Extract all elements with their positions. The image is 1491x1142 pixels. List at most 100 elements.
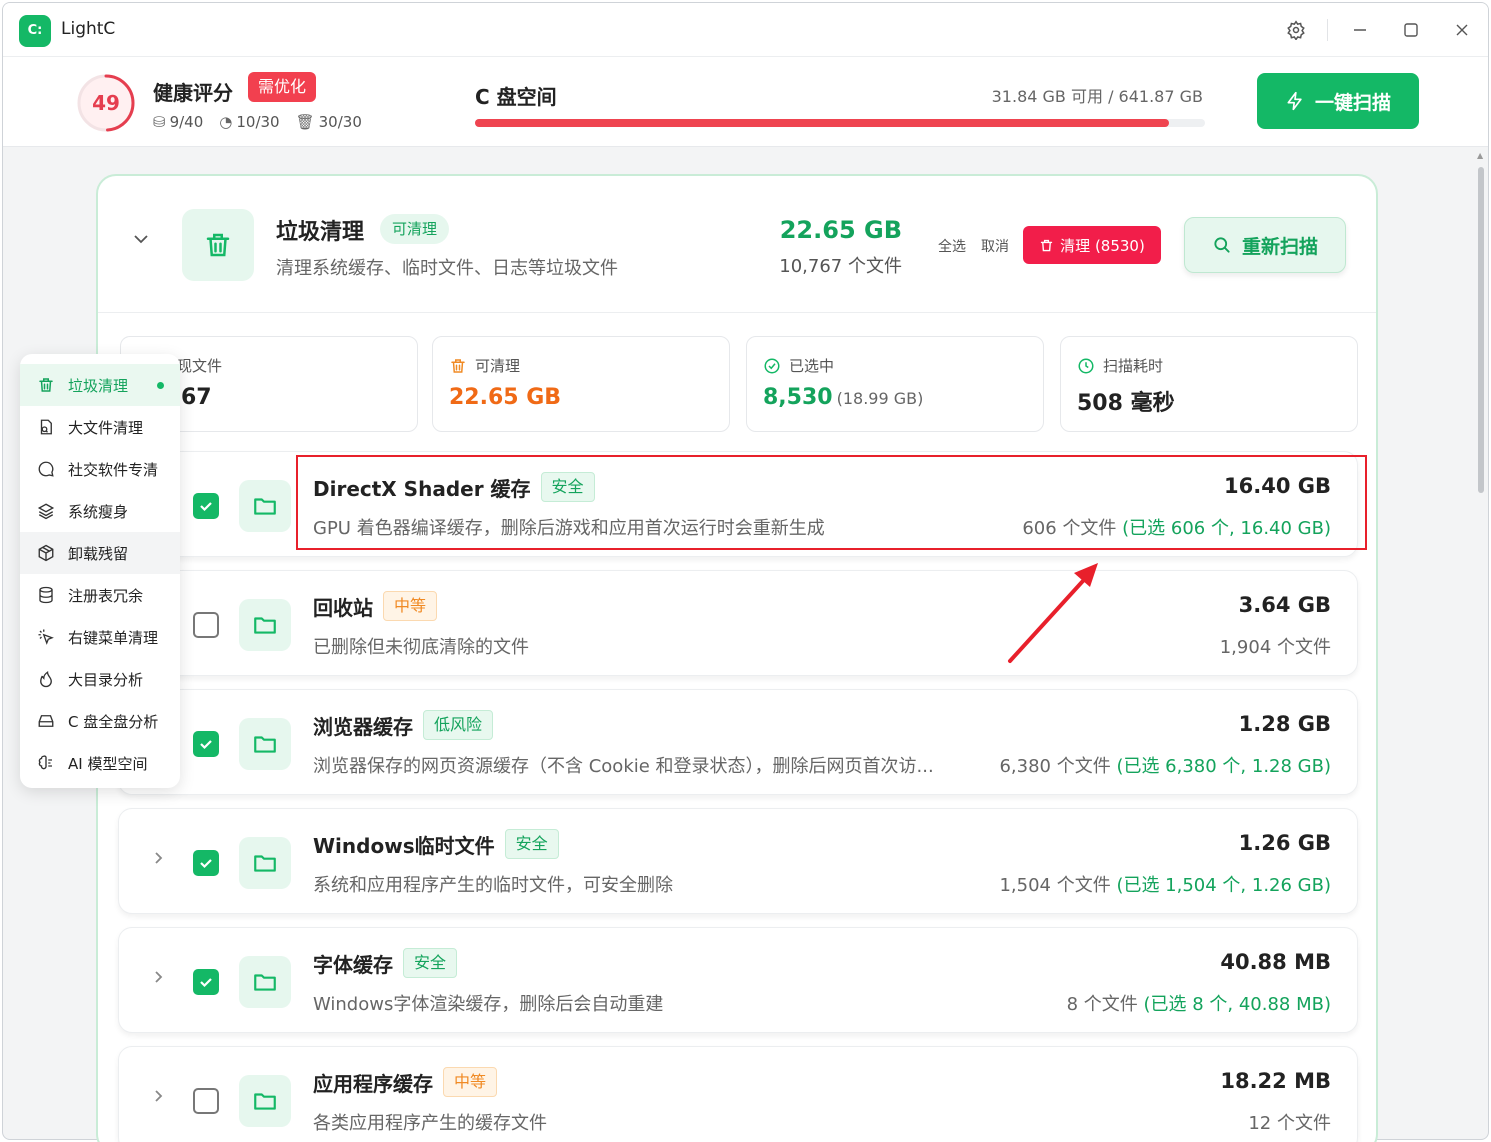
item-checkbox[interactable]	[193, 1088, 219, 1114]
junk-item-row[interactable]: Windows临时文件 安全 系统和应用程序产生的临时文件，可安全删除 1.26 GB…	[118, 808, 1358, 914]
item-checkbox[interactable]	[193, 493, 219, 519]
selected-size: (18.99 GB)	[836, 389, 924, 408]
menu-item-c-drive-analysis[interactable]: C 盘全盘分析	[20, 700, 180, 742]
close-button[interactable]	[1445, 15, 1479, 45]
item-selected-text: (已选 8 个, 40.88 MB)	[1137, 994, 1331, 1015]
menu-item-ai-model-space[interactable]: AI 模型空间	[20, 742, 180, 784]
item-title: 浏览器缓存 低风险	[313, 710, 494, 740]
trash-icon	[36, 375, 56, 395]
stat-value: 8,530 (18.99 GB)	[763, 385, 923, 410]
collapse-chevron-icon[interactable]	[132, 230, 150, 252]
annotation-highlight-box	[296, 455, 1367, 550]
item-description: Windows字体渲染缓存，删除后会自动重建	[313, 994, 664, 1015]
item-title: 应用程序缓存 中等	[313, 1067, 498, 1097]
item-selected-text: (已选 6,380 个, 1.28 GB)	[1110, 756, 1331, 777]
expand-chevron-icon[interactable]	[151, 1089, 165, 1107]
expand-chevron-icon[interactable]	[151, 851, 165, 869]
stat-card-selected: 已选中 8,530 (18.99 GB)	[746, 336, 1044, 432]
item-title-text: 回收站	[313, 595, 373, 620]
stat-label-text: 已选中	[789, 357, 835, 375]
item-checkbox[interactable]	[193, 969, 219, 995]
item-size: 3.64 GB	[1238, 593, 1331, 617]
menu-item-social-clean[interactable]: 社交软件专清	[20, 448, 180, 490]
item-checkbox[interactable]	[193, 850, 219, 876]
item-file-count: 8 个文件 (已选 8 个, 40.88 MB)	[1067, 990, 1331, 1016]
risk-badge: 中等	[383, 591, 438, 621]
lightning-icon	[1287, 91, 1302, 111]
health-status-badge: 需优化	[248, 72, 317, 102]
trash-icon	[451, 358, 465, 373]
item-description: 各类应用程序产生的缓存文件	[313, 1113, 547, 1134]
junk-item-row[interactable]: 浏览器缓存 低风险浏览器保存的网页资源缓存（不含 Cookie 和登录状态），删除…	[118, 689, 1358, 795]
app-logo: C:	[19, 15, 51, 47]
menu-item-big-files[interactable]: 大文件清理	[20, 406, 180, 448]
junk-item-row[interactable]: 应用程序缓存 中等 各类应用程序产生的缓存文件 18.22 MB 12 个文件	[118, 1046, 1358, 1142]
health-score-value: 49	[92, 91, 120, 115]
stat-label-text: 扫描耗时	[1103, 357, 1164, 375]
category-header: 垃圾清理 可清理 清理系统缓存、临时文件、日志等垃圾文件 22.65 GB 10…	[98, 176, 1376, 313]
stat-label: 现文件	[177, 357, 223, 375]
close-icon	[1456, 24, 1468, 36]
menu-item-context-menu[interactable]: 右键菜单清理	[20, 616, 180, 658]
junk-item-row[interactable]: 字体缓存 安全 Windows字体渲染缓存，删除后会自动重建 40.88 MB 8 个文…	[118, 927, 1358, 1033]
stat-label: 可清理	[449, 355, 520, 376]
folder-icon	[239, 599, 291, 651]
menu-item-junk-clean[interactable]: 垃圾清理	[20, 364, 180, 406]
trash-icon	[1040, 239, 1053, 251]
minimize-button[interactable]	[1343, 15, 1377, 45]
category-description: 清理系统缓存、临时文件、日志等垃圾文件	[276, 258, 618, 279]
disk-usage-bar	[475, 119, 1205, 127]
minimize-icon	[1354, 29, 1366, 31]
disk-space-info: 31.84 GB 可用 / 641.87 GB	[991, 87, 1203, 106]
clean-button[interactable]: 清理 (8530)	[1023, 226, 1161, 264]
package-icon	[36, 543, 56, 563]
rescan-button[interactable]: 重新扫描	[1184, 217, 1346, 273]
item-selected-text: (已选 1,504 个, 1.26 GB)	[1110, 875, 1331, 896]
risk-badge: 安全	[504, 829, 559, 859]
item-checkbox[interactable]	[193, 731, 219, 757]
settings-button[interactable]	[1279, 15, 1313, 45]
folder-icon	[239, 956, 291, 1008]
disk-usage-fill	[475, 119, 1169, 127]
select-all-link[interactable]: 全选	[938, 236, 966, 256]
scroll-thumb[interactable]	[1478, 167, 1484, 493]
folder-icon	[239, 1075, 291, 1127]
perf-stat: ◔ 10/30	[219, 113, 279, 131]
category-file-count: 10,767 个文件	[779, 256, 902, 277]
scroll-up-arrow-icon[interactable]: ▲	[1477, 151, 1483, 160]
scrollbar[interactable]: ▲	[1475, 149, 1487, 1139]
item-checkbox[interactable]	[193, 612, 219, 638]
menu-item-label: AI 模型空间	[68, 754, 148, 773]
menu-item-label: 卸载残留	[68, 544, 129, 563]
menu-item-label: 系统瘦身	[68, 502, 129, 521]
item-description: 浏览器保存的网页资源缓存（不含 Cookie 和登录状态），删除后网页首次访..…	[313, 756, 934, 777]
menu-item-uninstall-residue[interactable]: 卸载残留	[20, 532, 180, 574]
check-circle-icon	[764, 358, 780, 373]
menu-item-label: 注册表冗余	[68, 586, 144, 605]
menu-item-label: 社交软件专清	[68, 460, 159, 479]
menu-item-big-directory[interactable]: 大目录分析	[20, 658, 180, 700]
category-size: 22.65 GB	[779, 216, 902, 244]
clean-button-label: 清理 (8530)	[1060, 236, 1145, 255]
stats-row: 现文件 67 可清理 22.65 GB 已选中 8,530 (18.99 GB) …	[120, 336, 1358, 432]
menu-item-label: C 盘全盘分析	[68, 712, 159, 731]
chat-icon	[36, 459, 56, 479]
flame-icon	[36, 669, 56, 689]
item-description: 系统和应用程序产生的临时文件，可安全删除	[313, 875, 673, 896]
menu-item-registry[interactable]: 注册表冗余	[20, 574, 180, 616]
app-title: LightC	[61, 19, 116, 39]
hard-drive-icon: ⛁	[153, 113, 166, 131]
maximize-button[interactable]	[1394, 15, 1428, 45]
menu-item-label: 大文件清理	[68, 418, 144, 437]
category-title: 垃圾清理	[276, 220, 365, 245]
title-bar: C: LightC	[3, 3, 1488, 57]
stat-label: 已选中	[763, 355, 834, 376]
cancel-selection-link[interactable]: 取消	[981, 236, 1009, 256]
one-click-scan-button[interactable]: 一键扫描	[1257, 73, 1419, 129]
feature-menu: 垃圾清理 大文件清理 社交软件专清 系统瘦身 卸载残留 注册表冗余 右键菜单清理…	[20, 354, 180, 788]
expand-chevron-icon[interactable]	[151, 970, 165, 988]
item-file-count: 12 个文件	[1248, 1109, 1331, 1135]
menu-item-system-slim[interactable]: 系统瘦身	[20, 490, 180, 532]
annotation-arrow-icon	[1008, 563, 1098, 663]
junk-item-row[interactable]: 回收站 中等 已删除但未彻底清除的文件 3.64 GB 1,904 个文件	[118, 570, 1358, 676]
